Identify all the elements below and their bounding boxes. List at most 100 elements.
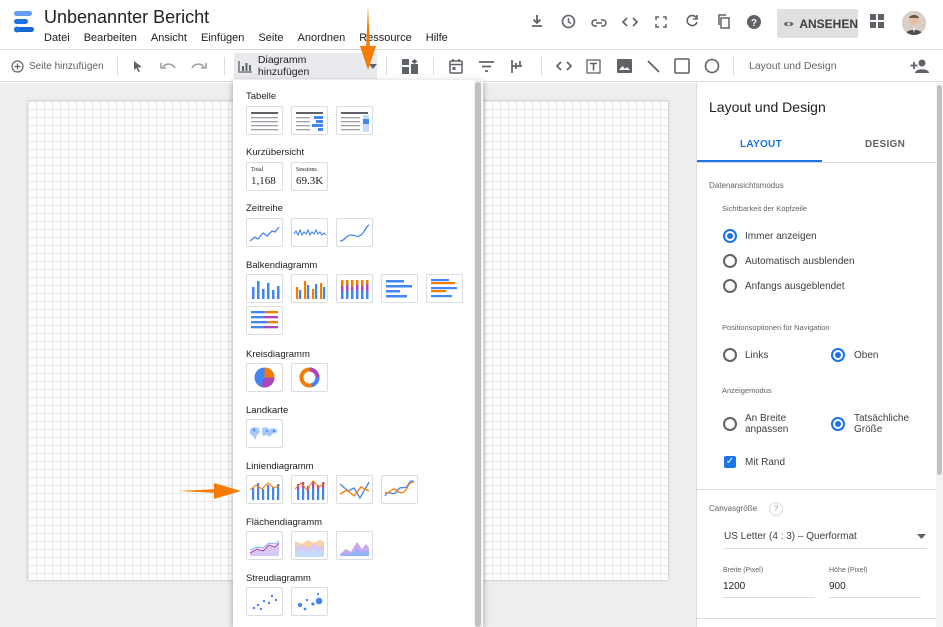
apps-grid-icon[interactable]: [867, 14, 887, 34]
chart-area[interactable]: [246, 531, 283, 560]
scorecard-label: Sessions: [296, 167, 317, 173]
section-geo: Landkarte: [246, 405, 289, 416]
copy-icon[interactable]: [713, 14, 733, 34]
menu-seite[interactable]: Seite: [258, 32, 283, 44]
circle-icon[interactable]: [704, 56, 720, 76]
height-label: Höhe (Pixel): [829, 567, 868, 574]
radio-nav-top[interactable]: [831, 348, 845, 362]
data-control-icon[interactable]: [510, 56, 524, 76]
redo-icon[interactable]: [191, 56, 207, 76]
panel-scrollbar-thumb[interactable]: [937, 85, 942, 475]
help-icon[interactable]: ?: [744, 14, 764, 34]
add-page-label: Seite hinzufügen: [29, 60, 104, 72]
menu-einfuegen[interactable]: Einfügen: [201, 32, 244, 44]
chart-area-stacked[interactable]: [291, 531, 328, 560]
radio-actual-size-line2: Größe: [854, 424, 883, 435]
checkbox-with-border-label: Mit Rand: [745, 457, 786, 468]
menu-hilfe[interactable]: Hilfe: [426, 32, 448, 44]
refresh-icon[interactable]: [682, 14, 702, 34]
chart-scorecard-total[interactable]: Total 1,168: [246, 162, 283, 191]
chart-column-stacked[interactable]: [336, 274, 373, 303]
radio-fit-width-label: An Breite anpassen: [745, 413, 788, 435]
annotation-arrow-down: [360, 6, 376, 70]
avatar[interactable]: [902, 11, 926, 35]
history-icon[interactable]: [558, 14, 578, 34]
dropdown-scrollbar-thumb[interactable]: [475, 82, 481, 627]
rectangle-icon[interactable]: [674, 56, 690, 76]
chart-timeseries-sparkline[interactable]: [291, 218, 328, 247]
canvas-size-select[interactable]: US Letter (4 : 3) – Querformat: [724, 527, 927, 549]
chart-combo[interactable]: [246, 475, 283, 504]
chart-line[interactable]: [336, 475, 373, 504]
tab-design[interactable]: DESIGN: [865, 139, 905, 150]
menu-ansicht[interactable]: Ansicht: [151, 32, 187, 44]
chart-table-heatmap[interactable]: [336, 106, 373, 135]
caret-down-icon: [917, 534, 926, 539]
add-chart-button[interactable]: Diagramm hinzufügen: [234, 53, 377, 79]
radio-fit-width[interactable]: [723, 417, 737, 431]
chart-line-smooth[interactable]: [381, 475, 418, 504]
section-bar: Balkendiagramm: [246, 260, 318, 271]
radio-always-show[interactable]: [723, 229, 737, 243]
image-icon[interactable]: [617, 56, 632, 76]
width-input[interactable]: 1200: [723, 578, 815, 598]
chart-scatter[interactable]: [246, 587, 283, 616]
link-icon[interactable]: [589, 14, 609, 34]
layout-design-button[interactable]: Layout und Design: [749, 56, 837, 76]
svg-text:?: ?: [751, 18, 757, 29]
chart-scorecard-compact[interactable]: Sessions 69.3K: [291, 162, 328, 191]
chart-donut[interactable]: [291, 363, 328, 392]
radio-fit-width-line1: An Breite: [745, 413, 787, 424]
text-box-icon[interactable]: [586, 56, 601, 76]
checkbox-with-border[interactable]: ✓: [724, 456, 736, 468]
chart-geo-map[interactable]: [246, 419, 283, 448]
radio-always-show-label: Immer anzeigen: [745, 231, 817, 242]
undo-icon[interactable]: [160, 56, 176, 76]
view-button[interactable]: ANSEHEN: [777, 9, 858, 38]
download-icon[interactable]: [527, 14, 547, 34]
add-page-button[interactable]: Seite hinzufügen: [11, 56, 104, 76]
separator: [386, 57, 387, 75]
chart-area-100[interactable]: [336, 531, 373, 560]
date-range-icon[interactable]: [449, 56, 463, 76]
chart-column-grouped[interactable]: [291, 274, 328, 303]
chart-bar-horizontal-stacked[interactable]: [246, 306, 283, 335]
line-tool-icon[interactable]: [647, 56, 660, 76]
report-title[interactable]: Unbenannter Bericht: [44, 7, 209, 28]
section-area: Flächendiagramm: [246, 517, 323, 528]
chart-table-basic[interactable]: [246, 106, 283, 135]
tab-layout[interactable]: LAYOUT: [740, 139, 782, 150]
chart-timeseries[interactable]: [246, 218, 283, 247]
radio-initially-hidden[interactable]: [723, 279, 737, 293]
select-tool-icon[interactable]: [133, 56, 143, 76]
chart-bar-horizontal-grouped[interactable]: [426, 274, 463, 303]
chart-combo-stacked[interactable]: [291, 475, 328, 504]
section-data-view-mode: Datenansichtsmodus: [709, 181, 784, 190]
chart-type-dropdown: Tabelle Kurzübersicht Total 1,168 Sessio…: [233, 80, 483, 627]
chart-bubble[interactable]: [291, 587, 328, 616]
bar-chart-icon: [238, 60, 252, 73]
section-scatter: Streudiagramm: [246, 573, 311, 584]
filter-control-icon[interactable]: [479, 56, 494, 76]
header-visibility-label: Sichtbarkeit der Kopfzeile: [722, 204, 808, 213]
radio-nav-left[interactable]: [723, 348, 737, 362]
add-person-icon[interactable]: [910, 56, 930, 76]
chart-table-bars[interactable]: [291, 106, 328, 135]
height-input[interactable]: 900: [829, 578, 921, 598]
url-embed-icon[interactable]: [556, 56, 572, 76]
data-studio-logo[interactable]: [12, 9, 36, 35]
community-viz-icon[interactable]: [402, 56, 418, 76]
menu-datei[interactable]: Datei: [44, 32, 70, 44]
radio-auto-hide[interactable]: [723, 254, 737, 268]
help-circle-icon[interactable]: ?: [769, 502, 783, 516]
chart-column[interactable]: [246, 274, 283, 303]
menu-bearbeiten[interactable]: Bearbeiten: [84, 32, 137, 44]
chart-timeseries-smooth[interactable]: [336, 218, 373, 247]
radio-nav-left-label: Links: [745, 350, 769, 361]
radio-actual-size[interactable]: [831, 417, 845, 431]
embed-icon[interactable]: [620, 14, 640, 34]
menu-anordnen[interactable]: Anordnen: [298, 32, 346, 44]
fullscreen-icon[interactable]: [651, 14, 671, 34]
chart-bar-horizontal[interactable]: [381, 274, 418, 303]
chart-pie[interactable]: [246, 363, 283, 392]
